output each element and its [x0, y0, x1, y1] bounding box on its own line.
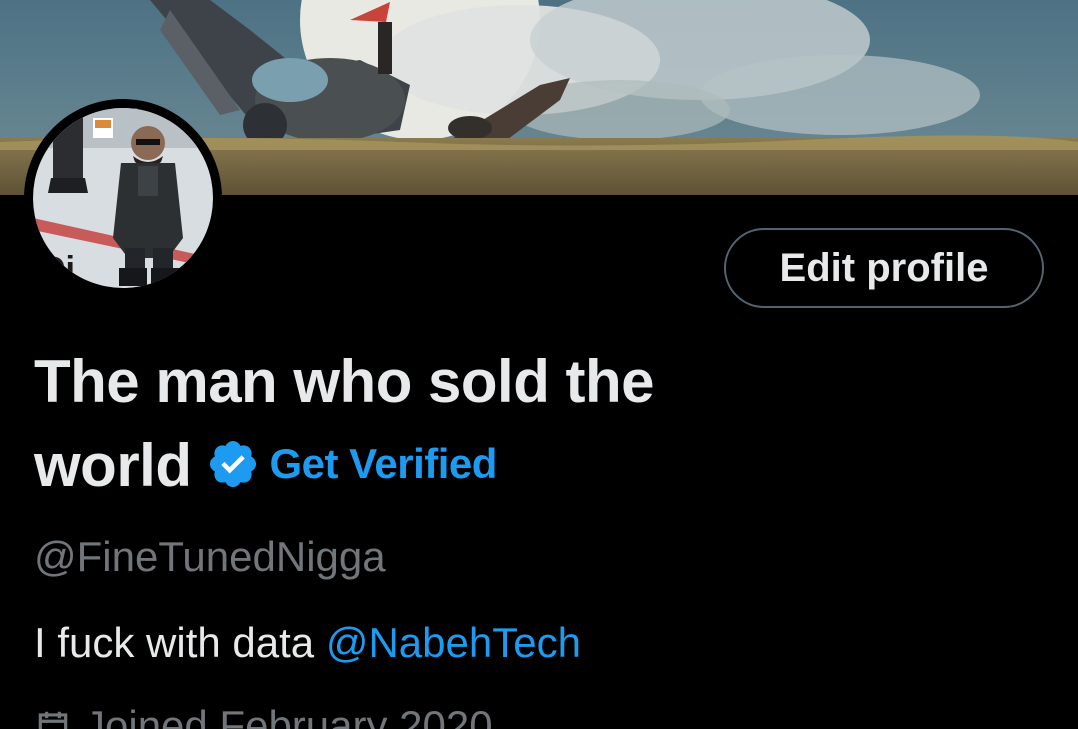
joined-date-row: Joined February 2020	[34, 702, 493, 729]
edit-profile-button[interactable]: Edit profile	[724, 228, 1044, 308]
bio-mention-link[interactable]: @NabehTech	[326, 619, 581, 666]
joined-date-text: Joined February 2020	[84, 702, 493, 729]
bio-text: I fuck with data	[34, 619, 326, 666]
profile-display-name: The man who sold the world Get Verified	[34, 340, 794, 512]
display-name-line-2: world	[34, 432, 192, 499]
display-name-line-2-row: world Get Verified	[34, 424, 794, 512]
verified-badge-icon[interactable]	[206, 437, 260, 491]
profile-bio: I fuck with data @NabehTech	[34, 619, 581, 667]
avatar-border: Di	[24, 99, 222, 297]
get-verified-link[interactable]: Get Verified	[270, 440, 498, 487]
svg-text:Di: Di	[41, 250, 75, 288]
display-name-line-1: The man who sold the	[34, 348, 655, 415]
profile-avatar[interactable]: Di	[33, 108, 213, 288]
calendar-icon	[34, 707, 72, 729]
profile-handle: @FineTunedNigga	[34, 533, 386, 580]
